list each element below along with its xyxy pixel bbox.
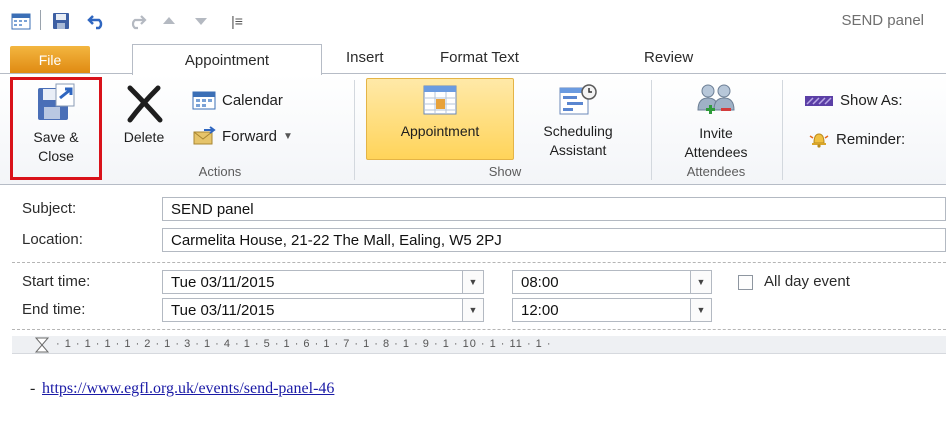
scheduling-assistant-button[interactable]: Scheduling Assistant [516, 82, 640, 160]
event-link-text[interactable]: https://www.egfl.org.uk/events/send-pane… [42, 380, 334, 397]
redo-icon[interactable] [126, 10, 148, 32]
ribbon-tabs: File Appointment Insert Format Text Revi… [0, 44, 946, 75]
all-day-checkbox[interactable] [738, 275, 753, 290]
start-date-input[interactable]: Tue 03/11/2015 [162, 270, 464, 294]
delete-label: Delete [123, 129, 165, 145]
bell-icon [809, 133, 829, 148]
location-label: Location: [22, 231, 83, 248]
invite-attendees-icon [697, 84, 735, 114]
scheduling-label-1: Scheduling [543, 123, 613, 139]
tab-insert[interactable]: Insert [346, 49, 384, 66]
appointment-form: Subject: SEND panel Location: Carmelita … [0, 186, 946, 425]
calendar-button[interactable]: Calendar [192, 90, 283, 110]
save-close-label-1: Save & [33, 129, 79, 145]
end-date-dropdown[interactable]: ▼ [462, 298, 484, 322]
save-close-button[interactable]: Save & Close [16, 82, 96, 166]
all-day-label: All day event [764, 273, 850, 290]
tab-appointment[interactable]: Appointment [132, 44, 322, 75]
tab-review[interactable]: Review [644, 49, 693, 66]
delete-icon [127, 85, 163, 123]
end-date-input[interactable]: Tue 03/11/2015 [162, 298, 464, 322]
appointment-label: Appointment [400, 123, 480, 139]
scheduling-label-2: Assistant [549, 142, 607, 158]
calendar-label: Calendar [222, 91, 283, 109]
invite-attendees-button[interactable]: Invite Attendees [656, 82, 776, 162]
previous-item-icon[interactable] [158, 10, 180, 32]
show-as-icon [805, 95, 833, 106]
appointment-button[interactable]: Appointment [366, 82, 514, 141]
save-close-icon [38, 83, 75, 120]
tab-format-text[interactable]: Format Text [440, 49, 519, 66]
attendees-group-label: Attendees [686, 164, 746, 179]
undo-icon[interactable] [86, 10, 108, 32]
start-time-input[interactable]: 08:00 [512, 270, 692, 294]
ruler-scale: · 1 · 1 · 1 · 1 · 2 · 1 · 3 · 1 · 4 · 1 … [56, 338, 552, 350]
invite-label-2: Attendees [684, 144, 748, 160]
tab-file[interactable]: File [10, 46, 90, 73]
group-separator [354, 80, 355, 180]
delete-button[interactable]: Delete [108, 82, 180, 147]
invite-label-1: Invite [699, 125, 733, 141]
show-group-label: Show [488, 164, 522, 179]
end-time-dropdown[interactable]: ▼ [690, 298, 712, 322]
end-time-label: End time: [22, 301, 86, 318]
show-as-label: Show As: [840, 92, 903, 109]
forward-icon [193, 126, 216, 145]
title-bar: |≡ SEND panel [0, 0, 946, 42]
ruler[interactable]: · 1 · 1 · 1 · 1 · 2 · 1 · 3 · 1 · 4 · 1 … [12, 336, 946, 354]
start-time-dropdown[interactable]: ▼ [690, 270, 712, 294]
event-link[interactable]: https://www.egfl.org.uk/events/send-pane… [42, 380, 334, 398]
calendar-app-icon [10, 10, 32, 32]
forward-dropdown-icon: ▼ [283, 130, 293, 142]
divider [12, 262, 946, 263]
reminder-label: Reminder: [836, 130, 906, 148]
ribbon: Save & Close Delete Calendar Forward ▼ A… [0, 73, 946, 185]
location-input[interactable]: Carmelita House, 21-22 The Mall, Ealing,… [162, 228, 946, 252]
body-bullet: - [30, 380, 36, 397]
show-as-button[interactable]: Show As: [804, 92, 903, 109]
subject-input[interactable]: SEND panel [162, 197, 946, 221]
calendar-icon [192, 91, 216, 110]
customize-quick-access-icon[interactable]: |≡ [222, 10, 252, 32]
save-icon[interactable] [50, 10, 72, 32]
forward-button[interactable]: Forward ▼ [192, 126, 293, 146]
start-time-label: Start time: [22, 273, 91, 290]
appointment-icon [423, 85, 457, 115]
indent-marker-icon[interactable] [34, 337, 50, 353]
save-close-label-2: Close [38, 148, 74, 164]
reminder-button[interactable]: Reminder: [808, 130, 905, 148]
window-title: SEND panel [841, 12, 924, 29]
group-separator [651, 80, 652, 180]
start-date-dropdown[interactable]: ▼ [462, 270, 484, 294]
scheduling-assistant-icon [559, 84, 597, 115]
end-time-input[interactable]: 12:00 [512, 298, 692, 322]
next-item-icon[interactable] [190, 10, 212, 32]
subject-label: Subject: [22, 200, 77, 217]
divider [12, 329, 946, 330]
actions-group-label: Actions [198, 164, 242, 179]
forward-label: Forward [222, 127, 278, 145]
group-separator [782, 80, 783, 180]
